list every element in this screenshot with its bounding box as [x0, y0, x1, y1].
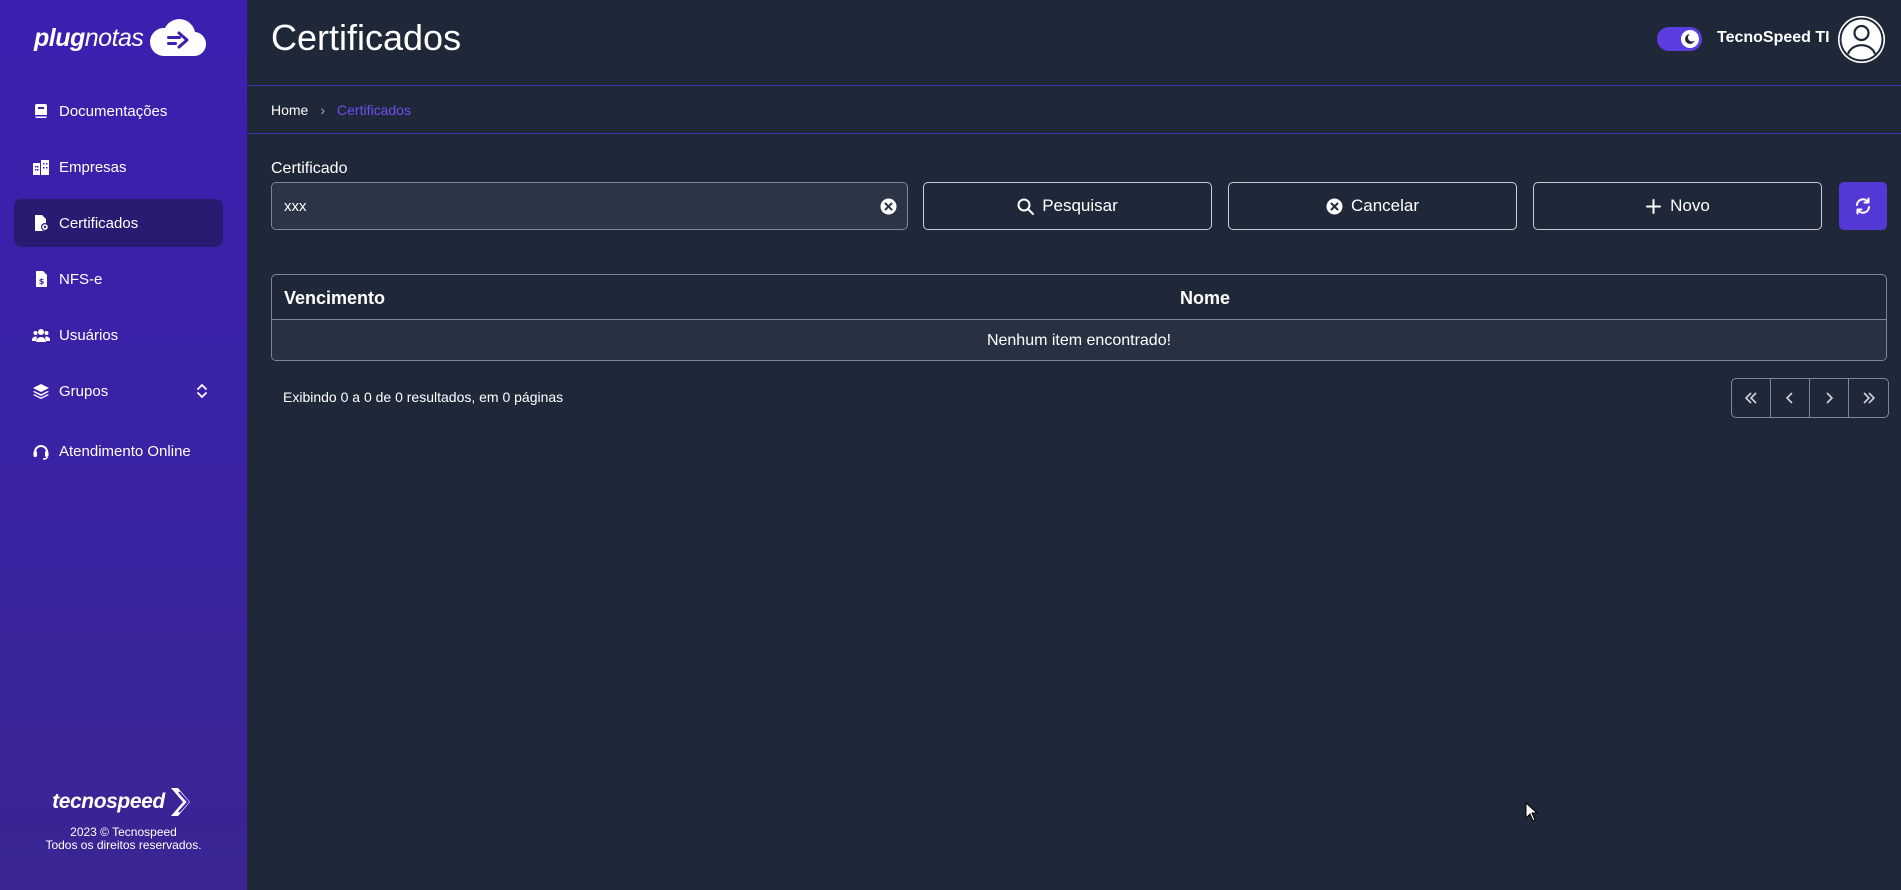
logo-text: plugnotas [34, 23, 144, 52]
sidebar-item-label: NFS-e [59, 270, 103, 288]
cloud-logo-icon [150, 19, 207, 57]
column-header-vencimento[interactable]: Vencimento [284, 288, 385, 309]
last-page-button[interactable] [1849, 379, 1888, 417]
chevrons-right-icon [1862, 392, 1875, 404]
plugnotas-logo[interactable]: plugnotas [34, 16, 207, 60]
copyright-line2: Todos os direitos reservados. [45, 838, 202, 852]
breadcrumb-current: Certificados [337, 102, 411, 118]
chevron-right-icon: › [320, 102, 326, 118]
users-icon [32, 329, 50, 342]
invoice-file-icon: $ [36, 271, 47, 287]
sidebar-item-usuarios[interactable]: Usuários [14, 311, 223, 359]
next-page-button[interactable] [1810, 379, 1849, 417]
close-circle-icon [1326, 198, 1343, 214]
first-page-button[interactable] [1732, 379, 1771, 417]
svg-text:$: $ [39, 277, 45, 286]
sidebar-item-documentacoes[interactable]: Documentações [14, 87, 223, 135]
sidebar-item-nfse[interactable]: $ NFS-e [14, 255, 223, 303]
search-button-label: Pesquisar [1042, 196, 1118, 215]
search-icon [1017, 198, 1035, 215]
prev-page-button[interactable] [1771, 379, 1810, 417]
new-button[interactable]: Novo [1533, 182, 1822, 230]
sidebar-item-label: Usuários [59, 326, 119, 344]
tecnospeed-logo: tecnospeed [0, 786, 247, 818]
new-button-label: Novo [1670, 196, 1710, 215]
sidebar-item-empresas[interactable]: Empresas [14, 143, 223, 191]
chevrons-right-icon [170, 788, 190, 816]
refresh-button[interactable] [1839, 182, 1887, 230]
search-button[interactable]: Pesquisar [923, 182, 1212, 230]
certificado-search-field [271, 182, 908, 230]
breadcrumb: Home › Certificados [247, 87, 1901, 134]
top-header: Certificados TecnoSpeed TI [247, 0, 1901, 86]
sidebar-footer: tecnospeed 2023 © Tecnospeed Todos os di… [0, 786, 247, 852]
sidebar-item-certificados[interactable]: Certificados [14, 199, 223, 247]
plus-icon [1646, 198, 1662, 214]
chevron-right-icon [1826, 392, 1834, 404]
sidebar-item-label: Certificados [59, 214, 139, 232]
cancel-button-label: Cancelar [1350, 196, 1420, 215]
chevrons-left-icon [1744, 392, 1757, 404]
refresh-icon [1856, 197, 1870, 215]
empty-row: Nenhum item encontrado! [272, 320, 1886, 360]
theme-toggle[interactable] [1657, 27, 1702, 51]
sidebar-item-label: Empresas [59, 158, 127, 176]
chevron-left-icon [1785, 392, 1793, 404]
certificate-file-icon [35, 215, 49, 231]
layers-icon [33, 384, 49, 399]
moon-icon [1685, 33, 1696, 44]
breadcrumb-home[interactable]: Home [271, 102, 308, 118]
table-header: Vencimento Nome [272, 275, 1886, 320]
brand-text: tecnospeed [52, 790, 165, 813]
buildings-icon [33, 160, 49, 175]
cancel-button[interactable]: Cancelar [1228, 182, 1517, 230]
certificados-table: Vencimento Nome Nenhum item encontrado! [271, 274, 1887, 361]
certificado-label: Certificado [271, 160, 348, 177]
avatar[interactable] [1838, 16, 1885, 63]
clear-icon[interactable] [880, 198, 897, 215]
sidebar: plugnotas Documentações Empresas Certifi… [0, 0, 247, 890]
sidebar-item-atendimento-online[interactable]: Atendimento Online [14, 427, 223, 475]
sidebar-item-label: Documentações [59, 102, 168, 120]
user-icon [1838, 16, 1885, 63]
book-icon [35, 104, 47, 118]
results-summary: Exibindo 0 a 0 de 0 resultados, em 0 pág… [283, 389, 564, 405]
sidebar-nav: Documentações Empresas Certificados $ NF… [14, 87, 223, 483]
page-title: Certificados [271, 17, 462, 58]
toggle-knob [1681, 30, 1699, 48]
pagination [1731, 378, 1889, 418]
sidebar-item-label: Grupos [59, 382, 109, 400]
mouse-cursor-icon [1525, 802, 1539, 822]
sidebar-item-grupos[interactable]: Grupos [14, 367, 223, 415]
sidebar-item-label: Atendimento Online [59, 442, 191, 460]
column-header-nome[interactable]: Nome [1180, 288, 1230, 309]
username[interactable]: TecnoSpeed TI [1717, 29, 1830, 47]
headset-icon [33, 445, 49, 460]
certificado-input[interactable] [272, 183, 907, 229]
chevron-up-down-icon [197, 383, 207, 399]
copyright: 2023 © Tecnospeed Todos os direitos rese… [0, 826, 247, 852]
